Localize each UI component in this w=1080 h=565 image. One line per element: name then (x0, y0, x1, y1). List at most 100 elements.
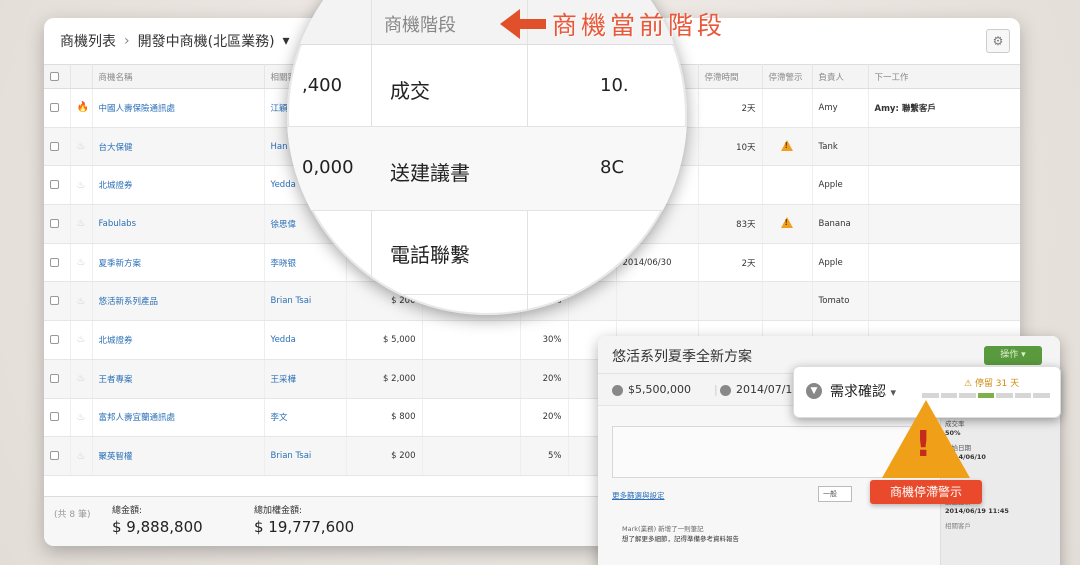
breadcrumb-current-view[interactable]: 開發中商機(北區業務) (138, 31, 275, 51)
note-type-select[interactable]: 一般 (818, 486, 852, 502)
hot-flag-cell[interactable]: 🔥 (70, 88, 93, 128)
hot-flag-cell[interactable]: ♨ (70, 281, 93, 322)
row-checkbox-cell[interactable] (44, 398, 71, 438)
column-header[interactable]: 下一工作 (868, 64, 1020, 89)
row-checkbox-cell[interactable] (44, 320, 71, 360)
hot-flag-cell[interactable]: ♨ (70, 436, 93, 476)
flame-icon[interactable]: ♨ (77, 412, 86, 423)
cell-name[interactable]: Fabulabs (92, 204, 265, 244)
row-checkbox-cell[interactable] (44, 165, 71, 206)
more-settings-link[interactable]: 更多篩選與設定 (612, 490, 665, 501)
funnel-icon: ▼ (806, 383, 822, 399)
select-all-checkbox[interactable] (50, 71, 59, 81)
last-updated-value: 2014/06/19 11:45 (945, 507, 1009, 515)
cell-customer[interactable]: 李文 (264, 398, 347, 438)
select-all-checkbox-cell[interactable] (44, 64, 71, 89)
column-header[interactable]: 負責人 (812, 64, 869, 89)
flame-icon[interactable]: ♨ (77, 296, 86, 307)
flame-icon[interactable]: 🔥 (77, 102, 89, 113)
callout-text: 商機當前階段 (552, 11, 727, 40)
detail-title: 悠活系列夏季全新方案 (612, 349, 752, 365)
row-checkbox-cell[interactable] (44, 127, 71, 167)
chevron-down-icon: ▾ (890, 386, 896, 399)
row-checkbox[interactable] (50, 451, 59, 461)
flame-icon[interactable]: ♨ (77, 257, 86, 268)
column-header[interactable] (70, 64, 93, 89)
cell-name[interactable]: 夏季新方案 (92, 243, 265, 283)
arrow-left-icon (500, 9, 520, 39)
cell-customer[interactable]: 王采樺 (264, 359, 347, 399)
row-checkbox[interactable] (50, 373, 59, 383)
cell-customer[interactable]: Brian Tsai (264, 436, 347, 476)
info-divider: | (714, 383, 718, 396)
cell-name[interactable]: 王者專案 (92, 359, 265, 399)
row-checkbox[interactable] (50, 141, 59, 151)
row-checkbox-cell[interactable] (44, 281, 71, 322)
action-button[interactable]: 操作 ▾ (984, 346, 1042, 365)
row-checkbox-cell[interactable] (44, 88, 71, 128)
cell-name[interactable]: 北城證券 (92, 165, 265, 206)
stagnation-warning-cell (762, 88, 813, 128)
cell-owner: Apple (812, 243, 869, 283)
column-header[interactable]: 停滯警示 (762, 64, 813, 89)
hot-flag-cell[interactable]: ♨ (70, 204, 93, 244)
magnifier-stage: 電話聯繫 (390, 243, 470, 267)
cell-prob: 20% (520, 359, 569, 399)
cell-name[interactable]: 台大保健 (92, 127, 265, 167)
row-checkbox[interactable] (50, 257, 59, 267)
related-customer-label: 相關客戶 (945, 522, 971, 530)
flame-icon[interactable]: ♨ (77, 218, 86, 229)
flame-icon[interactable]: ♨ (77, 334, 86, 345)
row-checkbox[interactable] (50, 412, 59, 422)
cell-next (868, 243, 1020, 283)
cell-customer[interactable]: Yedda (264, 320, 347, 360)
stage-segment (977, 393, 995, 398)
magnifier-stage: 成交 (390, 79, 430, 103)
cell-name[interactable]: 北城證券 (92, 320, 265, 360)
row-checkbox[interactable] (50, 102, 59, 112)
hot-flag-cell[interactable]: ♨ (70, 359, 93, 399)
breadcrumb: 商機列表 › 開發中商機(北區業務) ▾ (60, 31, 290, 51)
row-checkbox[interactable] (50, 296, 59, 306)
cell-prob: 30% (520, 320, 569, 360)
settings-button[interactable]: ⚙ (986, 29, 1010, 53)
cell-next (868, 204, 1020, 244)
cell-name[interactable]: 富邦人壽宜蘭通訊處 (92, 398, 265, 438)
row-checkbox[interactable] (50, 334, 59, 344)
flame-icon[interactable]: ♨ (77, 451, 86, 462)
flame-icon[interactable]: ♨ (77, 373, 86, 384)
cell-stay (698, 165, 763, 206)
breadcrumb-root[interactable]: 商機列表 (60, 31, 116, 51)
cell-name[interactable]: 中國人壽保險通訊處 (92, 88, 265, 128)
record-count: (共 8 筆) (54, 510, 91, 520)
row-checkbox-cell[interactable] (44, 204, 71, 244)
cell-owner: Tomato (812, 281, 869, 322)
row-checkbox-cell[interactable] (44, 243, 71, 283)
cell-next: Amy: 聯繫客戶 (868, 88, 1020, 128)
cell-next (868, 281, 1020, 322)
flame-icon[interactable]: ♨ (77, 180, 86, 191)
current-stage[interactable]: 需求確認 ▾ (830, 381, 896, 401)
stagnation-warning-cell (762, 281, 813, 322)
cell-stage (422, 436, 521, 476)
cell-owner: Apple (812, 165, 869, 206)
cell-name[interactable]: 聚英智權 (92, 436, 265, 476)
column-header[interactable]: 商機名稱 (92, 64, 265, 89)
hot-flag-cell[interactable]: ♨ (70, 398, 93, 438)
hot-flag-cell[interactable]: ♨ (70, 127, 93, 167)
current-stage-label: 需求確認 (830, 384, 886, 400)
cell-name[interactable]: 悠活新系列產品 (92, 281, 265, 322)
stay-duration: ⚠ 停留 31 天 (964, 379, 1020, 389)
row-checkbox[interactable] (50, 218, 59, 228)
row-checkbox-cell[interactable] (44, 436, 71, 476)
row-checkbox[interactable] (50, 180, 59, 190)
magnifier-row: 00 電話聯繫 (287, 211, 687, 295)
hot-flag-cell[interactable]: ♨ (70, 165, 93, 206)
stage-segment (996, 393, 1013, 398)
flame-icon[interactable]: ♨ (77, 141, 86, 152)
stagnation-warning-cell (762, 243, 813, 283)
column-header[interactable]: 停滯時間 (698, 64, 763, 89)
hot-flag-cell[interactable]: ♨ (70, 243, 93, 283)
row-checkbox-cell[interactable] (44, 359, 71, 399)
hot-flag-cell[interactable]: ♨ (70, 320, 93, 360)
